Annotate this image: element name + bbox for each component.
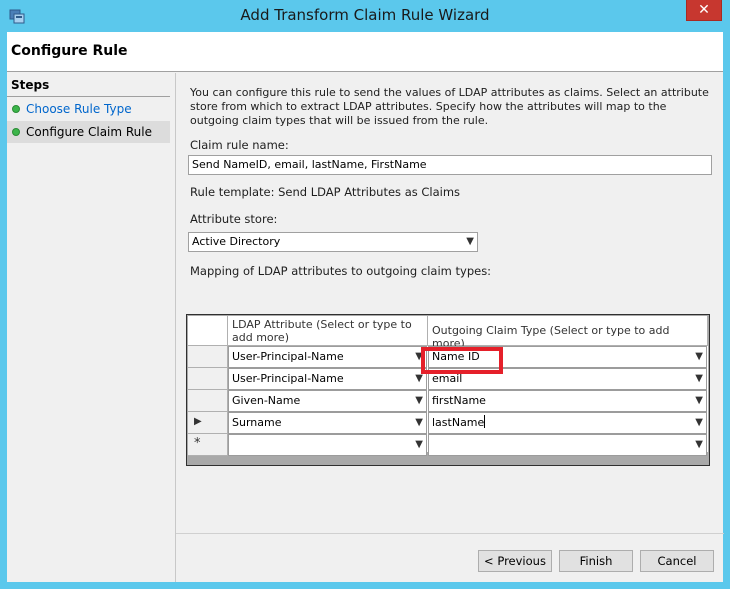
cell-value: lastName — [432, 416, 485, 429]
client-area: Configure Rule Steps Choose Rule Type Co… — [7, 32, 724, 582]
claim-type-cell[interactable]: lastName ▼ — [428, 412, 707, 434]
chevron-down-icon[interactable]: ▼ — [415, 435, 423, 455]
red-highlight-box — [421, 347, 503, 374]
mapping-grid: LDAP Attribute (Select or type to add mo… — [186, 314, 710, 466]
cell-value: Given-Name — [232, 394, 301, 407]
ldap-attribute-cell[interactable]: Given-Name ▼ — [228, 390, 427, 412]
attribute-store-dropdown[interactable]: Active Directory ▼ — [188, 232, 478, 252]
chevron-down-icon[interactable]: ▼ — [466, 233, 474, 251]
attribute-store-value: Active Directory — [192, 235, 281, 248]
finish-button[interactable]: Finish — [559, 550, 633, 572]
steps-heading: Steps — [11, 78, 50, 92]
wizard-window: Add Transform Claim Rule Wizard ✕ Config… — [0, 0, 730, 589]
grid-corner-header — [188, 316, 228, 346]
column-header-ldap[interactable]: LDAP Attribute (Select or type to add mo… — [228, 316, 428, 346]
footer-divider — [176, 533, 724, 534]
step-label: Configure Claim Rule — [26, 125, 152, 139]
row-header-new[interactable]: * — [188, 434, 228, 456]
text-caret — [484, 415, 486, 428]
cell-value: User-Principal-Name — [232, 372, 344, 385]
rule-template-text: Rule template: Send LDAP Attributes as C… — [190, 185, 461, 199]
chevron-down-icon[interactable]: ▼ — [695, 413, 703, 433]
page-header: Configure Rule — [7, 32, 723, 72]
cell-value: User-Principal-Name — [232, 350, 344, 363]
steps-divider — [7, 96, 170, 97]
step-choose-rule-type[interactable]: Choose Rule Type — [7, 98, 170, 120]
description-text: You can configure this rule to send the … — [190, 86, 709, 127]
ldap-attribute-cell[interactable]: Surname ▼ — [228, 412, 427, 434]
step-label[interactable]: Choose Rule Type — [26, 98, 132, 120]
chevron-down-icon[interactable]: ▼ — [415, 413, 423, 433]
row-header-current[interactable]: ▶ — [188, 412, 228, 434]
step-configure-claim-rule[interactable]: Configure Claim Rule — [7, 121, 170, 143]
step-complete-icon — [12, 128, 20, 136]
close-button[interactable]: ✕ — [686, 0, 722, 21]
steps-panel: Steps Choose Rule Type Configure Claim R… — [7, 73, 175, 582]
previous-button[interactable]: < Previous — [478, 550, 552, 572]
page-title: Configure Rule — [11, 43, 128, 59]
cancel-button[interactable]: Cancel — [640, 550, 714, 572]
chevron-down-icon[interactable]: ▼ — [695, 435, 703, 455]
ldap-attribute-cell[interactable]: User-Principal-Name ▼ — [228, 346, 427, 368]
title-bar[interactable]: Add Transform Claim Rule Wizard ✕ — [0, 0, 730, 32]
claim-type-cell-new[interactable]: ▼ — [428, 434, 707, 456]
column-header-claim[interactable]: Outgoing Claim Type (Select or type to a… — [428, 316, 708, 350]
window-title: Add Transform Claim Rule Wizard — [240, 6, 490, 24]
cell-value: firstName — [432, 394, 486, 407]
claim-type-cell[interactable]: firstName ▼ — [428, 390, 707, 412]
main-panel: You can configure this rule to send the … — [175, 73, 724, 582]
chevron-down-icon[interactable]: ▼ — [415, 391, 423, 411]
step-complete-icon — [12, 105, 20, 113]
row-header[interactable] — [188, 368, 228, 390]
ldap-attribute-cell-new[interactable]: ▼ — [228, 434, 427, 456]
chevron-down-icon[interactable]: ▼ — [695, 369, 703, 389]
grid-body: LDAP Attribute (Select or type to add mo… — [188, 316, 708, 456]
cell-value: Surname — [232, 416, 282, 429]
claim-rule-name-label: Claim rule name: — [190, 138, 289, 152]
row-header[interactable] — [188, 390, 228, 412]
claim-rule-name-input[interactable]: Send NameID, email, lastName, FirstName — [188, 155, 712, 175]
mapping-label: Mapping of LDAP attributes to outgoing c… — [190, 264, 492, 278]
row-header[interactable] — [188, 346, 228, 368]
chevron-down-icon[interactable]: ▼ — [695, 391, 703, 411]
attribute-store-label: Attribute store: — [190, 212, 278, 226]
chevron-down-icon[interactable]: ▼ — [695, 347, 703, 367]
ldap-attribute-cell[interactable]: User-Principal-Name ▼ — [228, 368, 427, 390]
